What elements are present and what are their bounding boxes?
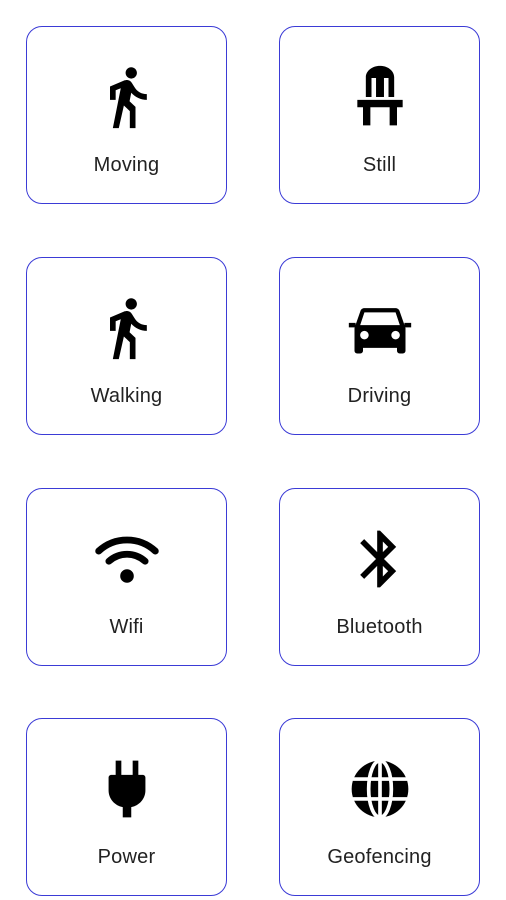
tile-still[interactable]: Still [279,26,480,204]
globe-icon [346,755,414,823]
walking-person-icon [93,294,161,362]
tile-label: Moving [93,154,160,176]
walking-person-icon [93,63,161,131]
tile-wifi[interactable]: Wifi [26,488,227,666]
tile-geofencing[interactable]: Geofencing [279,718,480,896]
wifi-icon [93,525,161,593]
power-plug-icon [93,755,161,823]
car-icon [346,294,414,362]
trigger-grid: Moving Still Walking Driving Wifi Blueto… [0,0,506,900]
tile-driving[interactable]: Driving [279,257,480,435]
chair-icon [346,63,414,131]
tile-label: Still [362,154,397,176]
bluetooth-icon [346,525,414,593]
tile-label: Driving [347,385,412,407]
tile-power[interactable]: Power [26,718,227,896]
tile-walking[interactable]: Walking [26,257,227,435]
tile-label: Bluetooth [336,616,423,638]
tile-label: Power [97,846,156,868]
tile-label: Geofencing [327,846,432,868]
tile-label: Walking [90,385,163,407]
tile-bluetooth[interactable]: Bluetooth [279,488,480,666]
tile-moving[interactable]: Moving [26,26,227,204]
tile-label: Wifi [109,616,144,638]
